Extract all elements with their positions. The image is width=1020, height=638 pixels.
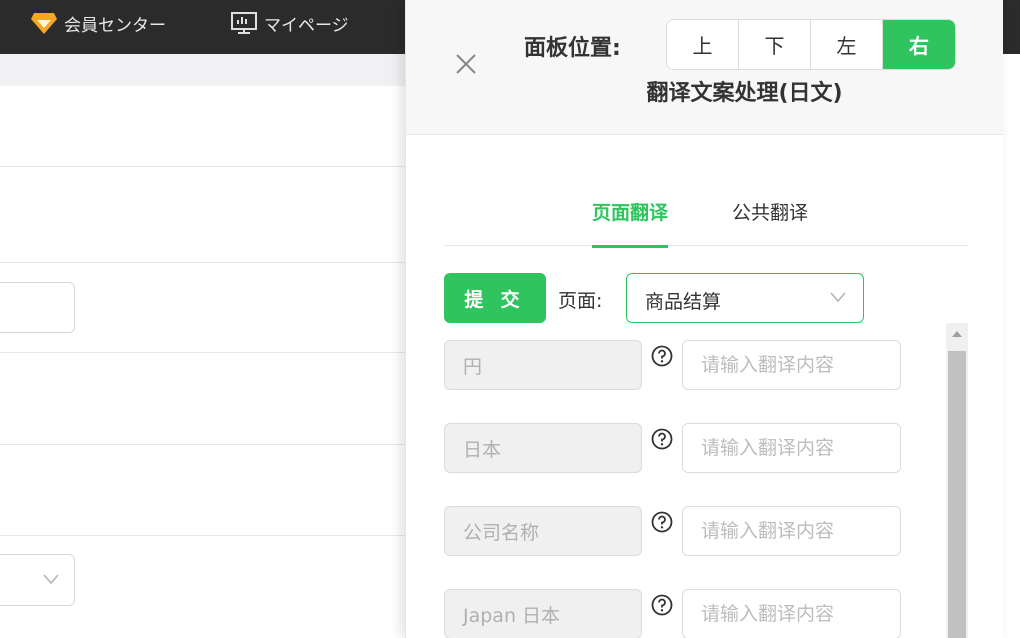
- background-input[interactable]: [0, 282, 75, 333]
- topbar-edge: [1003, 0, 1020, 54]
- help-icon[interactable]: [651, 345, 673, 367]
- translation-row: Japan 日本: [444, 589, 904, 638]
- help-icon[interactable]: [651, 511, 673, 533]
- tab-bar: 页面翻译 公共翻译: [444, 180, 969, 248]
- translation-input[interactable]: [682, 423, 901, 473]
- position-right-button[interactable]: 右: [883, 20, 955, 69]
- divider: [0, 535, 420, 536]
- translation-row: 円: [444, 340, 904, 390]
- source-text-field: Japan 日本: [444, 589, 642, 638]
- source-text-field: 日本: [444, 423, 642, 473]
- source-text-field: 公司名称: [444, 506, 642, 556]
- position-bottom-button[interactable]: 下: [739, 20, 811, 69]
- chevron-down-icon: [830, 292, 846, 303]
- translation-row: 日本: [444, 423, 904, 473]
- submit-button[interactable]: 提 交: [444, 273, 546, 323]
- divider: [0, 444, 420, 445]
- scroll-up-button[interactable]: [946, 323, 968, 345]
- background-header-strip: [0, 54, 420, 86]
- member-center-link[interactable]: 会員センター: [30, 0, 166, 46]
- position-top-button[interactable]: 上: [667, 20, 739, 69]
- my-page-label: マイページ: [264, 15, 349, 36]
- divider: [0, 352, 420, 353]
- page-label: 页面:: [558, 290, 603, 312]
- panel-title: 翻译文案处理(日文): [646, 81, 843, 106]
- scrollbar-thumb[interactable]: [948, 351, 966, 638]
- panel-position-switcher: 上 下 左 右: [666, 19, 956, 70]
- help-icon[interactable]: [651, 428, 673, 450]
- triangle-up-icon: [952, 331, 962, 337]
- divider: [0, 262, 420, 263]
- chevron-down-icon: [43, 574, 59, 585]
- translation-row: 公司名称: [444, 506, 904, 556]
- page-select-value: 商品结算: [645, 291, 722, 313]
- page-select[interactable]: 商品结算: [626, 273, 864, 323]
- scrollbar[interactable]: [946, 323, 968, 638]
- panel-position-label: 面板位置:: [524, 36, 621, 61]
- position-left-button[interactable]: 左: [811, 20, 883, 69]
- source-text-field: 円: [444, 340, 642, 390]
- monitor-icon: [231, 12, 257, 34]
- divider: [0, 166, 420, 167]
- panel-header: 面板位置: 上 下 左 右 翻译文案处理(日文): [406, 0, 1003, 135]
- tab-common-translation[interactable]: 公共翻译: [732, 198, 808, 245]
- translation-input[interactable]: [682, 589, 901, 638]
- diamond-icon: [31, 13, 57, 34]
- background-select[interactable]: [0, 554, 75, 606]
- translation-panel: 面板位置: 上 下 左 右 翻译文案处理(日文) 页面翻译 公共翻译 提 交 页…: [405, 0, 1003, 638]
- close-icon: [456, 54, 476, 74]
- tab-page-translation[interactable]: 页面翻译: [592, 198, 669, 248]
- member-center-label: 会員センター: [64, 15, 166, 36]
- translation-input[interactable]: [682, 506, 901, 556]
- my-page-link[interactable]: マイページ: [230, 0, 349, 46]
- close-button[interactable]: [453, 51, 479, 77]
- translation-input[interactable]: [682, 340, 901, 390]
- help-icon[interactable]: [651, 594, 673, 616]
